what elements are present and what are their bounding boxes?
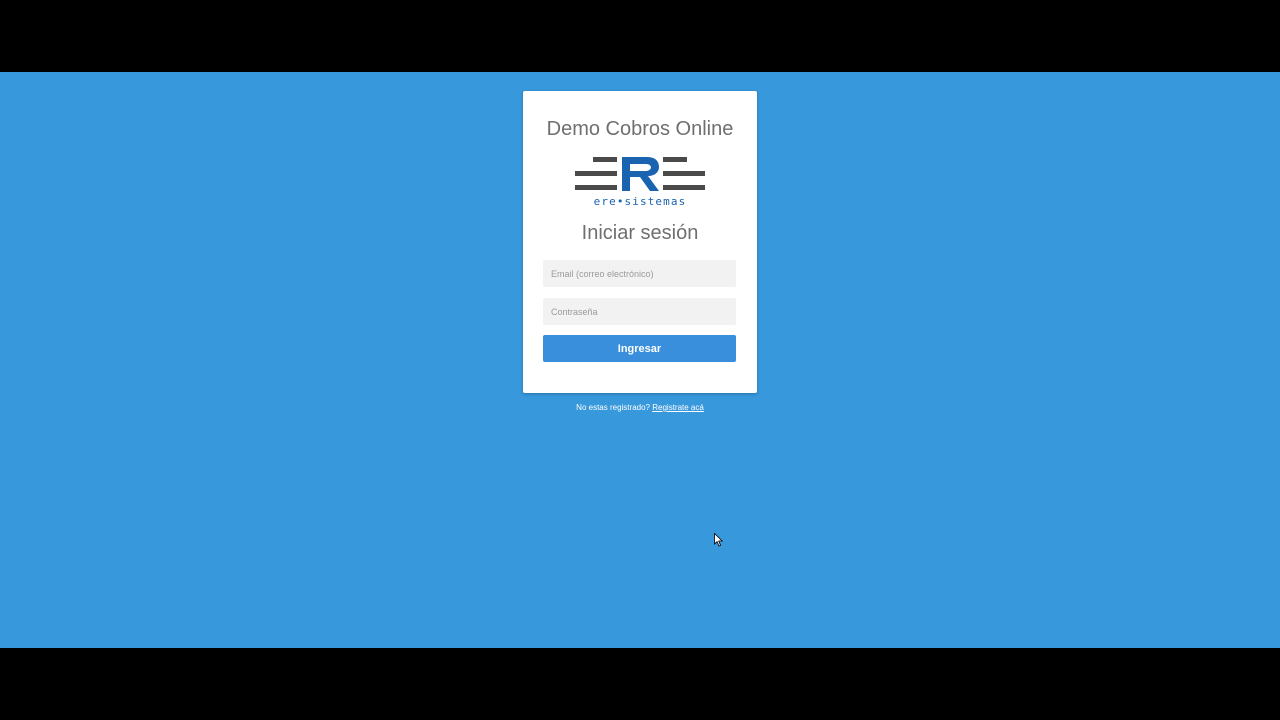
logo-mark-icon	[575, 157, 705, 191]
password-field[interactable]	[543, 298, 736, 325]
login-button[interactable]: Ingresar	[543, 335, 736, 362]
letterbox-bottom	[0, 648, 1280, 720]
register-link[interactable]: Registrate acá	[652, 403, 704, 412]
login-page: Demo Cobros Online ere•sistemas Iniciar …	[0, 72, 1280, 648]
ere-sistemas-logo: ere•sistemas	[575, 155, 705, 211]
login-card: Demo Cobros Online ere•sistemas Iniciar …	[523, 91, 757, 393]
app-title: Demo Cobros Online	[546, 118, 734, 140]
login-heading: Iniciar sesión	[581, 222, 699, 244]
letterbox-top	[0, 0, 1280, 72]
logo-caption: ere•sistemas	[593, 195, 687, 208]
register-prompt-text: No estas registrado?	[576, 403, 650, 412]
email-field[interactable]	[543, 260, 736, 287]
mouse-pointer-icon	[714, 533, 724, 547]
register-prompt: No estas registrado? Registrate acá	[523, 403, 757, 413]
